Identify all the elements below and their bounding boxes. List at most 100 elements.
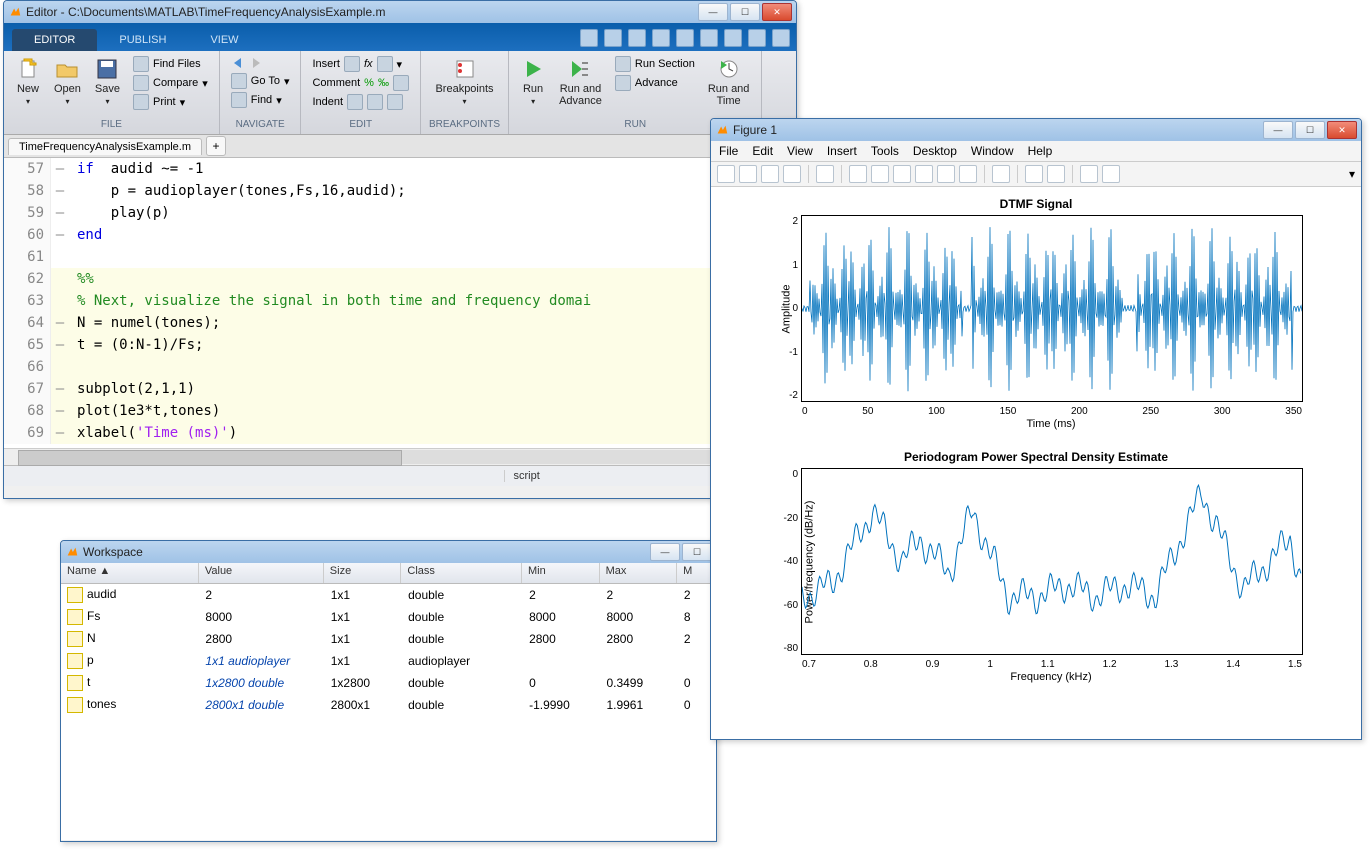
menu-help[interactable]: Help <box>1028 144 1053 158</box>
insert-icon[interactable] <box>377 56 393 72</box>
workspace-titlebar[interactable]: Workspace — ☐ <box>61 541 716 563</box>
tab-view[interactable]: VIEW <box>188 29 260 51</box>
datacursor-icon[interactable] <box>937 165 955 183</box>
compare-button[interactable]: Compare ▾ <box>130 74 211 92</box>
minimize-button[interactable]: — <box>650 543 680 561</box>
menu-expand-icon[interactable]: ▾ <box>1349 167 1355 181</box>
table-row[interactable]: N28001x1double280028002 <box>61 628 716 650</box>
goto-icon <box>231 73 247 89</box>
table-row[interactable]: audid21x1double222 <box>61 584 716 606</box>
qat-icon[interactable] <box>628 29 646 47</box>
goto-button[interactable]: Go To ▾ <box>228 72 293 90</box>
zoom-out-icon[interactable] <box>871 165 889 183</box>
layout-icon[interactable] <box>1102 165 1120 183</box>
table-row[interactable]: Fs80001x1double800080008 <box>61 606 716 628</box>
table-row[interactable]: p1x1 audioplayer1x1audioplayer <box>61 650 716 672</box>
close-button[interactable]: ✕ <box>1327 121 1357 139</box>
close-button[interactable]: ✕ <box>762 3 792 21</box>
menu-window[interactable]: Window <box>971 144 1014 158</box>
horizontal-scrollbar[interactable] <box>4 448 796 465</box>
workspace-body[interactable]: audid21x1double222Fs80001x1double8000800… <box>61 584 716 840</box>
maximize-button[interactable]: ☐ <box>682 543 712 561</box>
qat-icon[interactable] <box>676 29 694 47</box>
section-icon[interactable] <box>344 56 360 72</box>
pointer-icon[interactable] <box>816 165 834 183</box>
new-tab-button[interactable]: + <box>206 136 226 156</box>
run-button[interactable]: Run▾ <box>517 55 549 108</box>
workspace-col-header[interactable]: Value <box>199 563 324 583</box>
menu-file[interactable]: File <box>719 144 738 158</box>
qat-icon[interactable] <box>580 29 598 47</box>
plot2-axes[interactable]: Power/frequency (dB/Hz) 0-20-40-60-80 0.… <box>801 468 1303 655</box>
menu-tools[interactable]: Tools <box>871 144 899 158</box>
breakpoints-button[interactable]: Breakpoints▾ <box>431 55 497 108</box>
plot1-axes[interactable]: Amplitude 210-1-2 050100150200250300350 <box>801 215 1303 402</box>
code-editor[interactable]: 57—if audid ~= -158— p = audioplayer(ton… <box>4 158 796 448</box>
workspace-header[interactable]: Name ▲ValueSizeClassMinMaxM <box>61 563 716 584</box>
legend-icon[interactable] <box>1047 165 1065 183</box>
workspace-col-header[interactable]: Name ▲ <box>61 563 199 583</box>
open-icon[interactable] <box>739 165 757 183</box>
find-button[interactable]: Find ▾ <box>228 91 293 109</box>
runsection-icon <box>615 56 631 72</box>
uncomment-icon[interactable]: ‰ <box>378 77 389 89</box>
print-button[interactable]: Print ▾ <box>130 93 211 111</box>
tab-publish[interactable]: PUBLISH <box>97 29 188 51</box>
group-label: BREAKPOINTS <box>429 117 500 132</box>
findfiles-button[interactable]: Find Files <box>130 55 211 73</box>
rotate-icon[interactable] <box>915 165 933 183</box>
workspace-col-header[interactable]: Max <box>600 563 678 583</box>
qat-icon[interactable] <box>700 29 718 47</box>
menu-insert[interactable]: Insert <box>827 144 857 158</box>
table-row[interactable]: t1x2800 double1x2800double00.34990 <box>61 672 716 694</box>
menu-view[interactable]: View <box>787 144 813 158</box>
print-icon[interactable] <box>783 165 801 183</box>
fx-icon[interactable]: fx <box>364 58 373 70</box>
maximize-button[interactable]: ☐ <box>730 3 760 21</box>
workspace-col-header[interactable]: Size <box>324 563 402 583</box>
advance-button[interactable]: Advance <box>612 74 698 92</box>
group-label: NAVIGATE <box>236 117 285 132</box>
group-label: RUN <box>624 117 646 132</box>
new-figure-icon[interactable] <box>717 165 735 183</box>
outdent-icon[interactable] <box>367 94 383 110</box>
workspace-col-header[interactable]: Min <box>522 563 600 583</box>
open-button[interactable]: Open▾ <box>50 55 85 108</box>
colorbar-icon[interactable] <box>1025 165 1043 183</box>
figure-toolbar: ▾ <box>711 162 1361 187</box>
workspace-col-header[interactable]: Class <box>401 563 522 583</box>
qat-help-icon[interactable] <box>748 29 766 47</box>
table-row[interactable]: tones2800x1 double2800x1double-1.99901.9… <box>61 694 716 716</box>
run-section-button[interactable]: Run Section <box>612 55 698 73</box>
run-advance-button[interactable]: Run and Advance <box>555 55 606 109</box>
minimize-button[interactable]: — <box>1263 121 1293 139</box>
pan-icon[interactable] <box>893 165 911 183</box>
qat-dropdown-icon[interactable] <box>772 29 790 47</box>
minimize-button[interactable]: — <box>698 3 728 21</box>
qat-icon[interactable] <box>604 29 622 47</box>
qat-icon[interactable] <box>724 29 742 47</box>
wrap-icon[interactable] <box>393 75 409 91</box>
indent-icon[interactable] <box>347 94 363 110</box>
find-icon <box>133 56 149 72</box>
document-tab[interactable]: TimeFrequencyAnalysisExample.m <box>8 138 202 155</box>
plot1-yticks: 210-1-2 <box>774 216 798 401</box>
editor-titlebar[interactable]: Editor - C:\Documents\MATLAB\TimeFrequen… <box>4 1 796 23</box>
save-icon[interactable] <box>761 165 779 183</box>
maximize-button[interactable]: ☐ <box>1295 121 1325 139</box>
new-button[interactable]: New▾ <box>12 55 44 108</box>
menu-desktop[interactable]: Desktop <box>913 144 957 158</box>
menu-edit[interactable]: Edit <box>752 144 773 158</box>
nav-back-button[interactable] <box>228 55 293 71</box>
figure-titlebar[interactable]: Figure 1 — ☐ ✕ <box>711 119 1361 141</box>
save-button[interactable]: Save▾ <box>91 55 124 108</box>
zoom-in-icon[interactable] <box>849 165 867 183</box>
smart-indent-icon[interactable] <box>387 94 403 110</box>
brush-icon[interactable] <box>959 165 977 183</box>
link-icon[interactable] <box>992 165 1010 183</box>
dock-icon[interactable] <box>1080 165 1098 183</box>
comment-icon[interactable]: % <box>364 77 374 89</box>
tab-editor[interactable]: EDITOR <box>12 29 97 51</box>
run-time-button[interactable]: Run and Time <box>704 55 754 109</box>
qat-icon[interactable] <box>652 29 670 47</box>
